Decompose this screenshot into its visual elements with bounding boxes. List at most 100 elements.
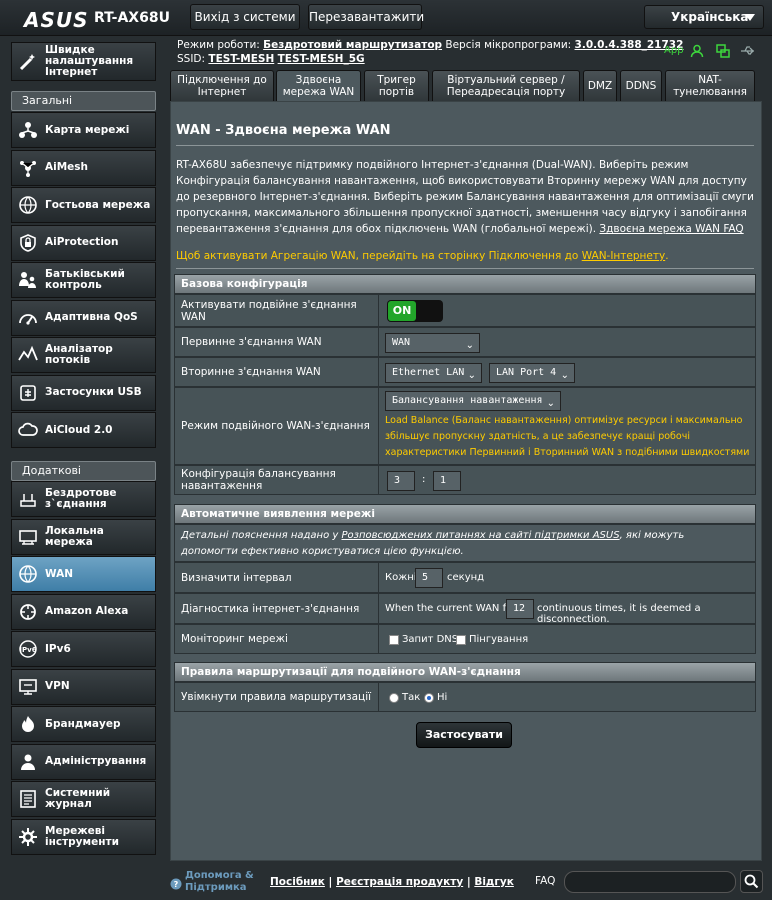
faq-search-button[interactable] bbox=[740, 870, 763, 893]
system-log-icon bbox=[17, 788, 39, 810]
language-value: Українська bbox=[671, 10, 749, 24]
ssid-link-2[interactable]: TEST-MESH_5G bbox=[278, 53, 365, 65]
sidebar-item-aimesh[interactable]: AiMesh bbox=[11, 149, 156, 186]
dual-wan-mode-select[interactable]: Балансування навантаження ⌄ bbox=[385, 391, 561, 411]
sidebar-item-quick-setup[interactable]: Швидке налаштування Інтернет bbox=[11, 42, 156, 81]
load-balance-config-row: Конфігурація балансування навантаження 3… bbox=[174, 465, 756, 495]
product-registration-link[interactable]: Реєстрація продукту bbox=[336, 876, 463, 888]
network-icon[interactable] bbox=[716, 44, 730, 58]
app-link[interactable]: App bbox=[664, 45, 684, 56]
feedback-link[interactable]: Відгук bbox=[474, 876, 514, 888]
usb-icon[interactable] bbox=[740, 44, 756, 58]
sidebar-item-label: IPv6 bbox=[45, 642, 71, 655]
auto-detect-header: Автоматичне виявлення мережі bbox=[174, 504, 756, 524]
tab-2[interactable]: Тригер портів bbox=[364, 70, 429, 101]
chevron-down-icon: ⌄ bbox=[467, 370, 476, 381]
ping-checkbox[interactable] bbox=[456, 635, 466, 645]
sidebar-item-label: Застосунки USB bbox=[45, 386, 142, 398]
lb-ratio-primary-input[interactable]: 3 bbox=[387, 471, 415, 491]
routing-yes-radio[interactable] bbox=[389, 693, 399, 703]
dns-query-checkbox[interactable] bbox=[389, 635, 399, 645]
operation-mode-link[interactable]: Бездротовий маршрутизатор bbox=[263, 39, 442, 51]
sidebar-item-label: AiProtection bbox=[45, 236, 119, 248]
tab-4[interactable]: DMZ bbox=[583, 70, 617, 101]
lb-ratio-separator: : bbox=[422, 474, 426, 485]
lb-ratio-secondary-input[interactable]: 1 bbox=[433, 471, 461, 491]
sidebar-item-aiprotection[interactable]: AiProtection bbox=[11, 224, 156, 261]
routing-yes-label: Так bbox=[402, 692, 421, 703]
tab-3[interactable]: Віртуальний сервер / Переадресація порту bbox=[432, 70, 580, 101]
network-tools-icon bbox=[17, 826, 39, 848]
ssid-link-1[interactable]: TEST-MESH bbox=[208, 53, 274, 65]
secondary-wan-select[interactable]: Ethernet LAN ⌄ bbox=[385, 363, 482, 383]
sidebar-item-label: Адаптивна QoS bbox=[45, 311, 138, 323]
sidebar-item-traffic-analyzer[interactable]: Аналізатор потоків bbox=[11, 337, 156, 373]
diagnostics-count-input[interactable]: 12 bbox=[506, 599, 534, 619]
user-icon[interactable] bbox=[690, 44, 704, 58]
primary-wan-select[interactable]: WAN ⌄ bbox=[385, 333, 480, 353]
wan-internet-link[interactable]: WAN-Інтернету bbox=[582, 250, 666, 262]
sidebar-item-ipv6[interactable]: IPv6 IPv6 bbox=[11, 631, 156, 667]
interval-prefix: Кожні bbox=[385, 572, 417, 583]
asus-faq-link[interactable]: Розповсюджених питаннях на сайті підтрим… bbox=[341, 530, 619, 541]
dual-wan-toggle[interactable]: ON bbox=[387, 300, 443, 322]
lan-port-select[interactable]: LAN Port 4 ⌄ bbox=[489, 363, 575, 383]
manual-link[interactable]: Посібник bbox=[270, 876, 325, 888]
sidebar-item-aicloud[interactable]: AiCloud 2.0 bbox=[11, 412, 156, 448]
sidebar-item-network-tools[interactable]: Мережеві інструменти bbox=[11, 818, 156, 855]
help-support-link[interactable]: Допомога & Підтримка bbox=[185, 870, 255, 894]
sidebar-item-firewall[interactable]: Брандмауер bbox=[11, 706, 156, 742]
secondary-wan-row: Вторинне з'єднання WAN Ethernet LAN ⌄ LAN… bbox=[174, 357, 756, 387]
sidebar-item-label: Amazon Alexa bbox=[45, 605, 129, 617]
aimesh-icon bbox=[17, 157, 39, 179]
chevron-down-icon: ⌄ bbox=[560, 370, 569, 381]
detect-interval-label: Визначити інтервал bbox=[175, 563, 379, 592]
sidebar-item-label: Локальна мережа bbox=[45, 524, 104, 548]
footer-links: Посібник | Реєстрація продукту | Відгук bbox=[270, 876, 514, 888]
sidebar-item-label: AiCloud 2.0 bbox=[45, 423, 113, 436]
title-divider bbox=[176, 145, 754, 146]
parental-control-icon bbox=[17, 269, 39, 291]
sidebar-item-label: Карта мережі bbox=[45, 123, 130, 136]
tab-6[interactable]: NAT-тунелювання bbox=[665, 70, 755, 101]
sidebar-item-administration[interactable]: Адміністрування bbox=[11, 743, 156, 780]
dual-wan-faq-link[interactable]: Здвоєна мережа WAN FAQ bbox=[599, 223, 743, 235]
administration-icon bbox=[17, 751, 39, 773]
network-monitor-label: Моніторинг мережі bbox=[175, 625, 379, 653]
tab-5[interactable]: DDNS bbox=[620, 70, 662, 101]
sidebar-item-system-log[interactable]: Системний журнал bbox=[11, 781, 156, 817]
wan-globe-icon bbox=[17, 563, 39, 585]
reboot-button[interactable]: Перезавантажити bbox=[308, 4, 424, 30]
sidebar-item-wan-globe[interactable]: WAN bbox=[11, 556, 156, 592]
routing-no-radio[interactable] bbox=[424, 693, 434, 703]
sidebar-item-guest-network[interactable]: Гостьова мережа bbox=[11, 187, 156, 223]
sidebar-item-lan[interactable]: Локальна мережа bbox=[11, 518, 156, 555]
logout-button[interactable]: Вихід з системи bbox=[190, 4, 300, 30]
primary-wan-label: Первинне з'єднання WAN bbox=[175, 328, 379, 356]
dual-wan-mode-row: Режим подвійного WAN-з'єднання Балансува… bbox=[174, 387, 756, 474]
sidebar-item-vpn[interactable]: VPN bbox=[11, 668, 156, 705]
sidebar-item-network-map[interactable]: Карта мережі bbox=[11, 112, 156, 148]
alexa-icon bbox=[17, 601, 39, 623]
apply-button[interactable]: Застосувати bbox=[416, 722, 512, 748]
sidebar-item-label: WAN bbox=[45, 567, 74, 580]
enable-dual-wan-row: Активувати подвійне з'єднання WAN ON bbox=[174, 294, 756, 327]
general-settings-header: Загальні налаштування bbox=[11, 91, 156, 125]
routing-rules-row: Увімкнути правила маршрутизації Так Ні bbox=[174, 682, 756, 712]
sidebar-item-qos[interactable]: Адаптивна QoS bbox=[11, 299, 156, 336]
sidebar-item-label: AiMesh bbox=[45, 161, 89, 173]
sidebar-item-alexa[interactable]: Amazon Alexa bbox=[11, 593, 156, 630]
sidebar-item-wireless[interactable]: Бездротове з`єднання bbox=[11, 481, 156, 517]
page-title: WAN - Здвоєна мережа WAN bbox=[176, 123, 391, 138]
faq-search-input[interactable] bbox=[564, 871, 736, 893]
sidebar-item-parental-control[interactable]: Батьківський контроль bbox=[11, 262, 156, 298]
detect-interval-input[interactable]: 5 bbox=[415, 568, 443, 588]
sidebar-item-label: Мережеві інструменти bbox=[45, 824, 119, 848]
section-divider bbox=[176, 268, 754, 269]
tab-1[interactable]: Здвоєна мережа WAN bbox=[276, 70, 361, 101]
enable-dual-wan-label: Активувати подвійне з'єднання WAN bbox=[175, 295, 379, 326]
tab-0[interactable]: Підключення до Інтернет bbox=[170, 70, 274, 101]
sidebar-item-label: Системний журнал bbox=[45, 787, 111, 810]
language-select[interactable]: Українська bbox=[644, 5, 764, 29]
sidebar-item-usb-apps[interactable]: Застосунки USB bbox=[11, 374, 156, 411]
